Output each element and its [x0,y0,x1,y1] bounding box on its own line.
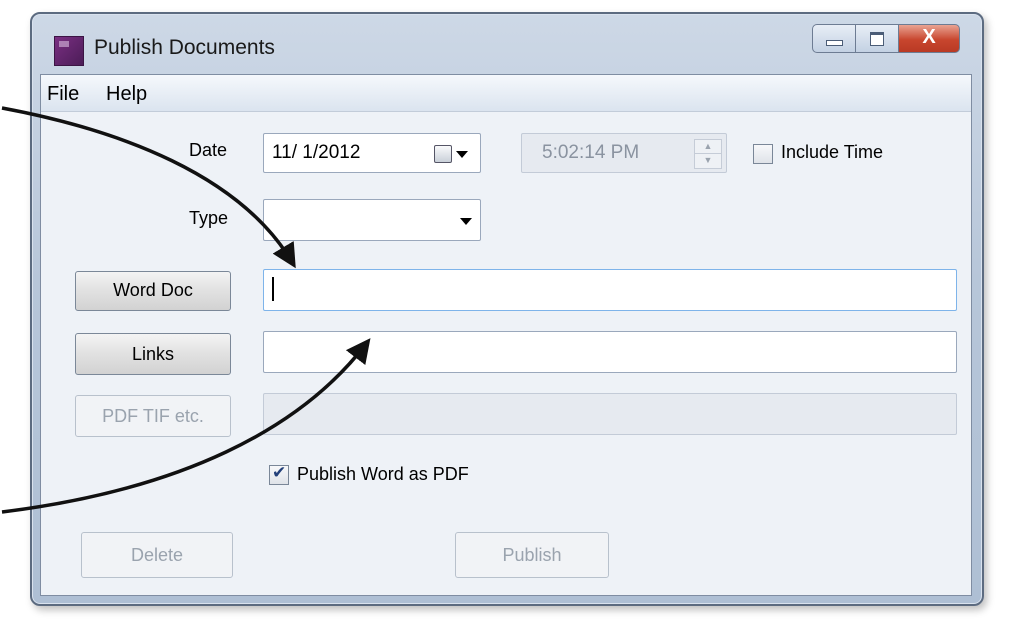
links-field[interactable] [263,331,957,373]
window-client-area: File Help Date 11/ 1/2012 5:02:14 PM ▲ ▼… [40,74,972,596]
spin-down-icon: ▼ [703,155,713,165]
time-value: 5:02:14 PM [542,142,640,163]
publish-documents-window: Publish Documents X File Help Date 11/ 1… [30,12,984,606]
publish-word-pdf-checkbox[interactable] [269,463,289,485]
spin-up-icon: ▲ [695,140,721,154]
close-button[interactable]: X [899,24,960,53]
text-cursor [272,276,274,301]
menu-file[interactable]: File [47,83,79,106]
close-icon: X [922,26,936,48]
include-time-checkbox[interactable] [753,144,773,164]
pdf-tif-field [263,393,957,435]
type-label: Type [189,208,229,228]
date-value: 11/ 1/2012 [272,142,361,163]
maximize-button[interactable] [856,24,899,53]
publish-button[interactable]: Publish [455,532,609,578]
word-doc-button[interactable]: Word Doc [75,271,231,311]
date-dropdown-icon[interactable] [456,151,468,158]
type-dropdown-icon [460,218,472,225]
minimize-icon [826,40,843,46]
pdf-tif-button: PDF TIF etc. [75,395,231,437]
links-button[interactable]: Links [75,333,231,375]
window-controls: X [812,24,960,53]
type-select[interactable] [263,199,481,241]
time-field: 5:02:14 PM ▲ ▼ [521,133,727,173]
date-label: Date [189,140,228,160]
window-title: Publish Documents [94,36,275,59]
minimize-button[interactable] [812,24,856,53]
delete-button: Delete [81,532,233,578]
app-icon [54,36,84,66]
maximize-icon [870,32,884,46]
title-bar[interactable]: Publish Documents X [32,14,982,74]
calendar-icon[interactable] [434,145,452,163]
menu-bar: File Help [41,75,971,112]
publish-word-pdf-label: Publish Word as PDF [297,464,469,484]
menu-help[interactable]: Help [106,83,147,106]
include-time-label: Include Time [781,142,884,162]
word-doc-field[interactable] [263,269,957,311]
time-spinner: ▲ ▼ [694,139,722,169]
date-picker[interactable]: 11/ 1/2012 [263,133,481,173]
